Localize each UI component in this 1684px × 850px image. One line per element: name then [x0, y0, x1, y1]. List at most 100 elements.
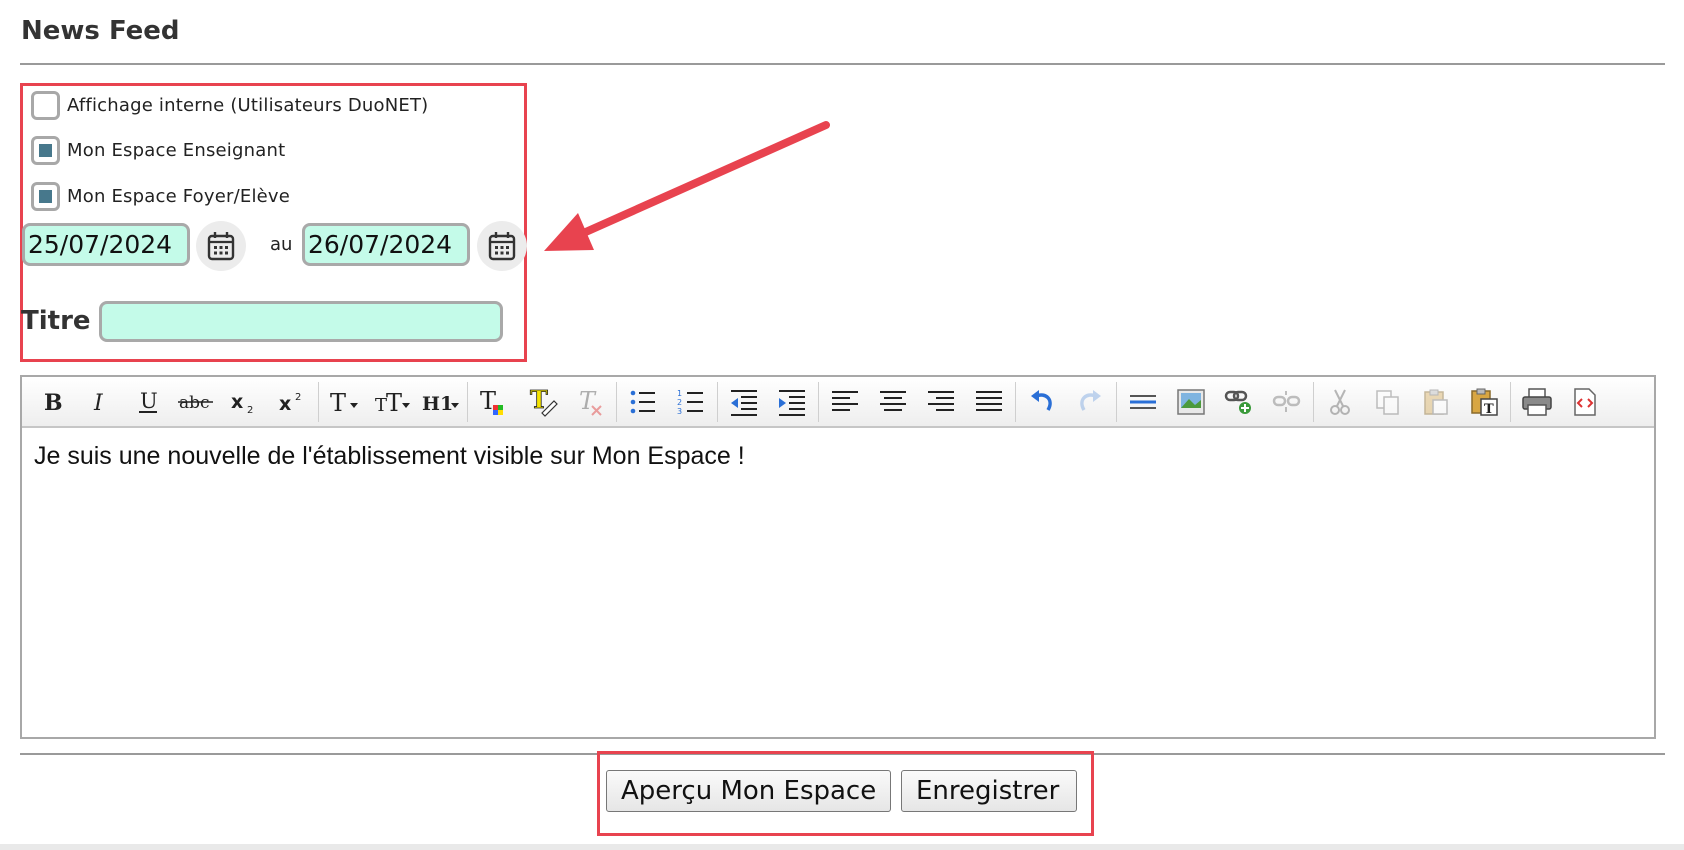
unlink-icon — [1272, 390, 1301, 412]
bold-button[interactable]: B — [28, 381, 76, 423]
strikethrough-icon: abc — [178, 393, 213, 413]
toolbar-separator — [1116, 381, 1117, 422]
strikethrough-button[interactable]: abc — [172, 381, 220, 423]
superscript-button[interactable]: x2 — [268, 381, 316, 423]
align-left-icon — [832, 390, 858, 411]
preview-button[interactable]: Aperçu Mon Espace — [606, 770, 891, 812]
outdent-button[interactable] — [720, 381, 768, 423]
calendar-icon — [207, 232, 235, 261]
source-code-button[interactable] — [1561, 381, 1609, 423]
toolbar-separator — [1015, 381, 1016, 422]
align-right-button[interactable] — [917, 381, 965, 423]
date-separator-label: au — [270, 234, 293, 255]
checkbox-label-enseignant: Mon Espace Enseignant — [67, 140, 286, 161]
toolbar-separator — [818, 381, 819, 422]
svg-text:2: 2 — [295, 392, 301, 403]
print-button[interactable] — [1513, 381, 1561, 423]
svg-text:3: 3 — [677, 407, 682, 416]
date-from-input[interactable] — [22, 223, 190, 266]
svg-text:T: T — [386, 389, 402, 415]
title-divider — [20, 63, 1665, 65]
svg-text:abc: abc — [179, 393, 210, 413]
horizontal-rule-button[interactable] — [1119, 381, 1167, 423]
bullet-list-icon — [630, 390, 655, 413]
font-size-button[interactable]: TT — [369, 381, 417, 423]
bold-icon: B — [44, 390, 63, 415]
svg-text:T: T — [330, 389, 346, 415]
editor-text: Je suis une nouvelle de l'établissement … — [34, 442, 745, 470]
numbered-list-icon: 123 — [677, 389, 703, 416]
svg-text:U: U — [140, 389, 158, 413]
clear-format-icon: T — [579, 387, 602, 416]
redo-icon — [1080, 389, 1101, 411]
superscript-icon: x2 — [279, 392, 301, 415]
svg-text:T: T — [1484, 402, 1494, 417]
text-color-icon: T — [480, 387, 503, 415]
date-from-calendar-button[interactable] — [196, 221, 246, 271]
paste-text-button[interactable]: T — [1460, 381, 1508, 423]
source-code-icon — [1574, 387, 1596, 416]
svg-text:2: 2 — [247, 405, 253, 415]
image-button[interactable] — [1167, 381, 1215, 423]
checkbox-label-foyer: Mon Espace Foyer/Elève — [67, 186, 291, 207]
underline-icon: U — [139, 389, 158, 413]
link-button[interactable] — [1215, 381, 1263, 423]
checkbox-label-internal: Affichage interne (Utilisateurs DuoNET) — [67, 95, 429, 116]
justify-button[interactable] — [965, 381, 1013, 423]
underline-button[interactable]: U — [124, 381, 172, 423]
heading-icon: H1 — [422, 393, 459, 415]
undo-icon — [1031, 389, 1052, 411]
highlight-button[interactable]: T — [518, 381, 566, 423]
unlink-button[interactable] — [1263, 381, 1311, 423]
text-color-button[interactable]: T — [470, 381, 518, 423]
checkbox-internal[interactable] — [31, 91, 60, 120]
svg-text:T: T — [579, 387, 597, 415]
highlight-icon: T — [530, 387, 558, 417]
svg-text:I: I — [93, 391, 104, 415]
toolbar-separator — [1510, 381, 1511, 422]
heading-button[interactable]: H1 — [417, 381, 465, 423]
subscript-button[interactable]: x2 — [220, 381, 268, 423]
font-family-button[interactable]: T — [321, 381, 369, 423]
toolbar-separator — [717, 381, 718, 422]
bullet-list-button[interactable] — [619, 381, 667, 423]
toolbar-separator — [467, 381, 468, 422]
numbered-list-button[interactable]: 123 — [667, 381, 715, 423]
indent-icon — [779, 389, 805, 416]
copy-button[interactable] — [1364, 381, 1412, 423]
cut-button[interactable] — [1316, 381, 1364, 423]
rich-text-editor: B I U abc x2 x2 T TT H1 T T T 1 2 3 T Je… — [20, 375, 1656, 739]
editor-content-area[interactable]: Je suis une nouvelle de l'établissement … — [22, 428, 1654, 485]
titre-input[interactable] — [99, 301, 503, 342]
justify-icon — [976, 390, 1002, 411]
cut-icon — [1330, 389, 1350, 415]
toolbar-separator — [318, 381, 319, 422]
svg-text:x: x — [231, 391, 243, 413]
font-size-icon: TT — [375, 389, 410, 415]
paste-icon — [1424, 389, 1448, 415]
checkbox-enseignant[interactable] — [31, 136, 60, 165]
align-center-button[interactable] — [869, 381, 917, 423]
link-icon — [1224, 390, 1251, 414]
indent-button[interactable] — [768, 381, 816, 423]
checkbox-row-foyer: Mon Espace Foyer/Elève — [31, 182, 290, 211]
align-center-icon — [880, 390, 906, 411]
page-title: News Feed — [21, 16, 180, 46]
undo-button[interactable] — [1018, 381, 1066, 423]
copy-icon — [1376, 389, 1399, 415]
date-to-calendar-button[interactable] — [477, 221, 527, 271]
save-button[interactable]: Enregistrer — [901, 770, 1077, 812]
italic-icon: I — [93, 391, 104, 415]
align-left-button[interactable] — [821, 381, 869, 423]
redo-button[interactable] — [1066, 381, 1114, 423]
clear-format-button[interactable]: T — [566, 381, 614, 423]
date-to-input[interactable] — [302, 223, 470, 266]
paste-button[interactable] — [1412, 381, 1460, 423]
svg-text:1: 1 — [677, 389, 682, 398]
toolbar-separator — [616, 381, 617, 422]
italic-button[interactable]: I — [76, 381, 124, 423]
checkbox-foyer[interactable] — [31, 182, 60, 211]
toolbar-separator — [1313, 381, 1314, 422]
svg-text:H1: H1 — [422, 393, 453, 415]
calendar-icon — [488, 232, 516, 261]
